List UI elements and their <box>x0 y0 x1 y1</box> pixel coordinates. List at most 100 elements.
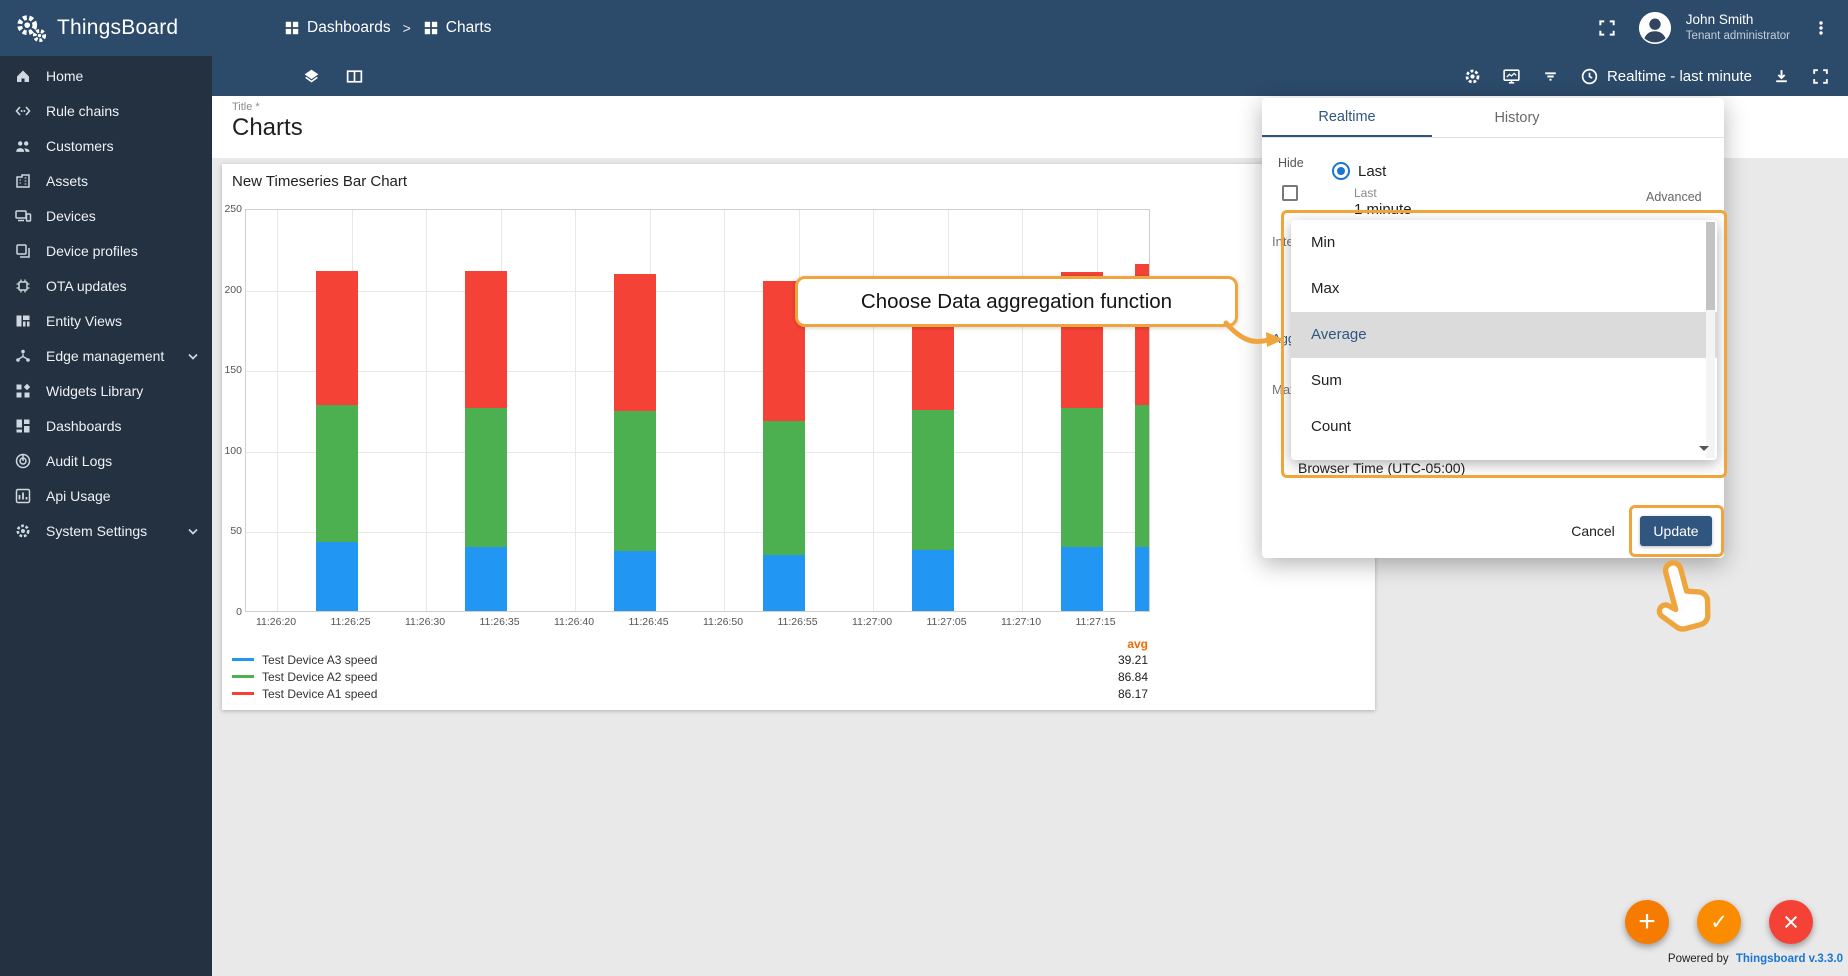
aggregation-dropdown-highlight: MinMaxAverageSumCount <box>1281 210 1727 478</box>
sidebar-item-devices[interactable]: Devices <box>0 198 212 233</box>
breadcrumb-separator: > <box>403 20 411 36</box>
update-button[interactable]: Update <box>1640 516 1712 546</box>
aggregation-option-min[interactable]: Min <box>1291 220 1717 266</box>
filter-icon <box>1541 67 1560 86</box>
assets-icon <box>14 172 34 190</box>
user-role: Tenant administrator <box>1686 29 1790 43</box>
x-axis-label: 11:27:10 <box>986 616 1056 628</box>
sidebar-item-label: Home <box>46 68 202 84</box>
aggregation-option-count[interactable]: Count <box>1291 404 1717 450</box>
sidebar-item-label: Audit Logs <box>46 453 202 469</box>
thingsboard-logo-icon <box>14 11 48 45</box>
sidebar-item-rule-chains[interactable]: Rule chains <box>0 93 212 128</box>
gear-icon <box>1463 67 1482 86</box>
sidebar-item-label: Customers <box>46 138 202 154</box>
cancel-button[interactable]: Cancel <box>1560 516 1626 546</box>
user-avatar[interactable] <box>1638 11 1672 45</box>
manage-layouts-button[interactable] <box>302 67 321 86</box>
add-widget-fab[interactable]: + <box>1625 900 1669 944</box>
sidebar-item-label: Edge management <box>46 348 184 364</box>
legend-series-name[interactable]: Test Device A1 speed <box>262 687 1078 701</box>
breadcrumb-dashboards[interactable]: Dashboards <box>284 19 391 37</box>
ota-updates-icon <box>14 277 34 295</box>
bar-chart-plot <box>245 209 1150 612</box>
sidebar-item-label: Devices <box>46 208 202 224</box>
sidebar-item-widgets-library[interactable]: Widgets Library <box>0 373 212 408</box>
hide-checkbox[interactable] <box>1282 185 1298 201</box>
aggregation-option-average[interactable]: Average <box>1291 312 1717 358</box>
download-icon <box>1772 67 1791 86</box>
chart-bar-segment <box>465 408 507 547</box>
sidebar-item-dashboards[interactable]: Dashboards <box>0 408 212 443</box>
sidebar-item-ota-updates[interactable]: OTA updates <box>0 268 212 303</box>
aggregation-option-sum[interactable]: Sum <box>1291 358 1717 404</box>
sidebar-item-entity-views[interactable]: Entity Views <box>0 303 212 338</box>
advanced-toggle[interactable]: Advanced <box>1646 190 1702 204</box>
dropdown-scrollbar-thumb[interactable] <box>1706 222 1715 310</box>
fullscreen-icon <box>1811 67 1830 86</box>
legend-swatch-icon <box>232 675 254 678</box>
app-logo[interactable]: ThingsBoard <box>0 11 212 45</box>
powered-by: Powered by Thingsboard v.3.3.0 <box>1668 953 1843 965</box>
chart-bar-segment <box>912 410 954 550</box>
dropdown-scrollbar[interactable] <box>1706 222 1715 458</box>
chart-bar-segment <box>316 271 358 405</box>
timewindow-popup: RealtimeHistory Hide Last Last Advanced … <box>1262 98 1724 558</box>
toolbar-fullscreen-button[interactable] <box>1811 67 1830 86</box>
system-settings-icon <box>14 522 34 540</box>
timeseries-bar-chart-widget[interactable]: New Timeseries Bar Chart 050100150200250… <box>222 164 1375 710</box>
x-axis-label: 11:26:30 <box>390 616 460 628</box>
chart-x-axis: 11:26:2011:26:2511:26:3011:26:3511:26:40… <box>245 616 1150 632</box>
sidebar-item-device-profiles[interactable]: Device profiles <box>0 233 212 268</box>
last-radio[interactable] <box>1332 162 1350 180</box>
dashboard-settings-button[interactable] <box>1463 67 1482 86</box>
user-info[interactable]: John Smith Tenant administrator <box>1686 12 1790 43</box>
app-logo-text: ThingsBoard <box>57 16 178 40</box>
customers-icon <box>14 137 34 155</box>
y-axis-label: 150 <box>222 364 242 376</box>
chart-bar-segment <box>1061 547 1103 611</box>
filters-button[interactable] <box>1541 67 1560 86</box>
breadcrumb-current: Charts <box>423 19 492 37</box>
x-axis-label: 11:27:15 <box>1061 616 1131 628</box>
legend-series-name[interactable]: Test Device A3 speed <box>262 653 1078 667</box>
last-field-label: Last <box>1354 186 1377 200</box>
chart-bar-segment <box>763 555 805 611</box>
sidebar-item-home[interactable]: Home <box>0 58 212 93</box>
decline-changes-fab[interactable]: × <box>1769 900 1813 944</box>
sidebar-item-api-usage[interactable]: Api Usage <box>0 478 212 513</box>
version-link[interactable]: Thingsboard v.3.3.0 <box>1736 953 1843 965</box>
chart-bar-segment <box>316 405 358 542</box>
sidebar-item-assets[interactable]: Assets <box>0 163 212 198</box>
powered-by-text: Powered by <box>1668 953 1729 965</box>
dashboard-title-input[interactable]: Charts <box>232 114 303 142</box>
sidebar-item-audit-logs[interactable]: Audit Logs <box>0 443 212 478</box>
aggregation-dropdown: MinMaxAverageSumCount <box>1291 220 1717 460</box>
manage-states-button[interactable] <box>345 67 364 86</box>
timewindow-tabs: RealtimeHistory <box>1262 98 1724 138</box>
x-axis-label: 11:26:25 <box>316 616 386 628</box>
y-axis-label: 200 <box>222 284 242 296</box>
y-axis-label: 250 <box>222 203 242 215</box>
dashboards-icon <box>14 417 34 435</box>
entity-aliases-button[interactable] <box>1502 67 1521 86</box>
sidebar-item-label: Entity Views <box>46 313 202 329</box>
tab-realtime[interactable]: Realtime <box>1262 98 1432 137</box>
tab-history[interactable]: History <box>1432 98 1602 137</box>
apply-changes-fab[interactable]: ✓ <box>1697 900 1741 944</box>
timewindow-button[interactable]: Realtime - last minute <box>1580 67 1752 86</box>
sidebar: Home Rule chains Customers Assets Devices Dev… <box>0 56 212 976</box>
chevron-down-icon <box>184 522 202 540</box>
legend-series-name[interactable]: Test Device A2 speed <box>262 670 1078 684</box>
kebab-menu-icon[interactable] <box>1804 11 1838 45</box>
breadcrumb-dashboards-label: Dashboards <box>307 19 391 37</box>
header-fullscreen-button[interactable] <box>1590 11 1624 45</box>
aggregation-option-max[interactable]: Max <box>1291 266 1717 312</box>
audit-logs-icon <box>14 452 34 470</box>
dashboard-toolbar: Realtime - last minute <box>212 56 1848 96</box>
sidebar-item-system-settings[interactable]: System Settings <box>0 513 212 548</box>
export-button[interactable] <box>1772 67 1791 86</box>
sidebar-item-edge-management[interactable]: Edge management <box>0 338 212 373</box>
x-axis-label: 11:27:05 <box>912 616 982 628</box>
sidebar-item-customers[interactable]: Customers <box>0 128 212 163</box>
